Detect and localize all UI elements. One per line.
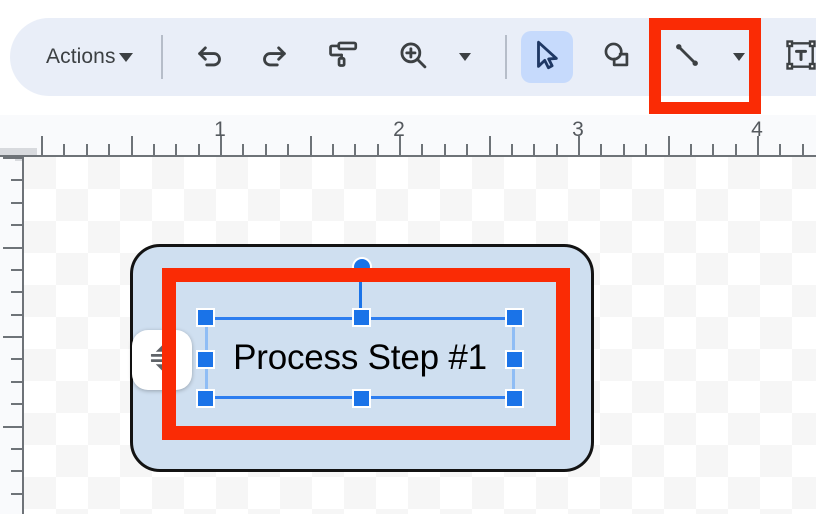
ruler-label: 1 — [214, 118, 226, 141]
resize-handle-middle-right[interactable] — [505, 350, 524, 369]
ruler-tick — [11, 179, 22, 182]
text-box-tool-button[interactable] — [775, 31, 816, 83]
shape-text-label: Process Step #1 — [233, 338, 487, 377]
ruler-tick — [264, 144, 267, 155]
zoom-in-icon — [396, 38, 430, 77]
redo-icon — [256, 38, 290, 77]
ruler-tick — [779, 144, 782, 155]
ruler-tick — [488, 136, 491, 155]
cursor-arrow-icon — [530, 38, 564, 77]
ruler-tick — [533, 144, 536, 155]
paint-roller-icon — [326, 38, 360, 77]
toolbar-divider — [504, 35, 507, 79]
resize-handle-top-center[interactable] — [352, 308, 371, 327]
ruler-tick — [11, 291, 22, 294]
ruler-tick — [712, 144, 715, 155]
ruler-label: 3 — [572, 118, 584, 141]
ruler-tick — [197, 144, 200, 155]
ruler-margin-indicator — [0, 148, 37, 155]
actions-menu-button[interactable]: Actions — [40, 45, 139, 69]
format-paint-button[interactable] — [317, 31, 369, 83]
ruler-tick — [11, 380, 22, 383]
ruler-tick — [801, 144, 804, 155]
resize-handle-bottom-right[interactable] — [505, 389, 524, 408]
line-dropdown-button[interactable] — [713, 31, 765, 83]
main-toolbar: Actions — [10, 18, 816, 96]
ruler-tick — [130, 136, 133, 155]
ruler-tick — [11, 268, 22, 271]
ruler-tick — [331, 144, 334, 155]
ruler-tick — [376, 144, 379, 155]
zoom-dropdown-button[interactable] — [439, 31, 491, 83]
ruler-tick — [11, 447, 22, 450]
ruler-tick — [175, 144, 178, 155]
rotate-handle[interactable] — [352, 257, 372, 277]
flip-direction-button[interactable] — [132, 330, 192, 390]
ruler-tick — [152, 144, 155, 155]
chevron-down-icon — [458, 53, 471, 61]
chevron-down-icon — [732, 53, 745, 61]
text-box-icon — [783, 37, 816, 78]
resize-handle-middle-left[interactable] — [196, 350, 215, 369]
ruler-tick — [11, 313, 22, 316]
line-tool-button[interactable] — [661, 31, 713, 83]
ruler-tick — [667, 136, 670, 155]
ruler-tick — [11, 201, 22, 204]
ruler-label: 4 — [751, 118, 763, 141]
resize-handle-bottom-left[interactable] — [196, 389, 215, 408]
chevron-down-icon — [118, 52, 133, 62]
ruler-tick — [510, 144, 513, 155]
process-shape-textbox[interactable]: Process Step #1 — [196, 257, 524, 408]
resize-handle-bottom-center[interactable] — [352, 389, 371, 408]
ruler-tick — [466, 144, 469, 155]
ruler-tick — [11, 492, 22, 495]
ruler-tick — [443, 144, 446, 155]
shapes-icon — [600, 38, 634, 77]
ruler-tick — [3, 425, 22, 428]
ruler-tick — [622, 144, 625, 155]
line-icon — [670, 38, 704, 77]
ruler-tick — [242, 144, 245, 155]
ruler-tick — [11, 358, 22, 361]
ruler-tick — [421, 144, 424, 155]
ruler-tick — [354, 144, 357, 155]
ruler-tick — [3, 246, 22, 249]
vertical-ruler[interactable] — [0, 157, 24, 514]
ruler-tick — [555, 144, 558, 155]
ruler-tick — [734, 144, 737, 155]
ruler-tick — [3, 336, 22, 338]
actions-menu-label: Actions — [46, 45, 116, 68]
ruler-tick — [287, 144, 290, 155]
ruler-tick — [645, 144, 648, 155]
resize-handle-top-right[interactable] — [505, 308, 524, 327]
ruler-tick — [11, 403, 22, 406]
resize-handle-top-left[interactable] — [196, 308, 215, 327]
toolbar-divider — [160, 35, 163, 79]
ruler-tick — [689, 144, 692, 155]
ruler-tick — [108, 144, 111, 155]
ruler-baseline — [22, 157, 24, 514]
ruler-tick — [63, 144, 66, 155]
ruler-tick — [3, 157, 22, 159]
ruler-tick — [309, 136, 312, 155]
ruler-tick — [600, 144, 603, 155]
ruler-tick — [11, 224, 22, 227]
ruler-tick — [85, 144, 88, 155]
zoom-button[interactable] — [387, 31, 439, 83]
redo-button[interactable] — [247, 31, 299, 83]
shape-tool-button[interactable] — [591, 31, 643, 83]
horizontal-ruler[interactable]: 1 2 3 4 — [0, 115, 816, 157]
ruler-label: 2 — [393, 118, 405, 141]
undo-icon — [194, 38, 228, 77]
flip-arrows-icon — [145, 341, 179, 380]
toolbar-region: Actions — [0, 0, 816, 115]
ruler-tick — [11, 470, 22, 473]
ruler-tick — [41, 136, 43, 155]
undo-button[interactable] — [185, 31, 237, 83]
select-tool-button[interactable] — [520, 31, 573, 83]
